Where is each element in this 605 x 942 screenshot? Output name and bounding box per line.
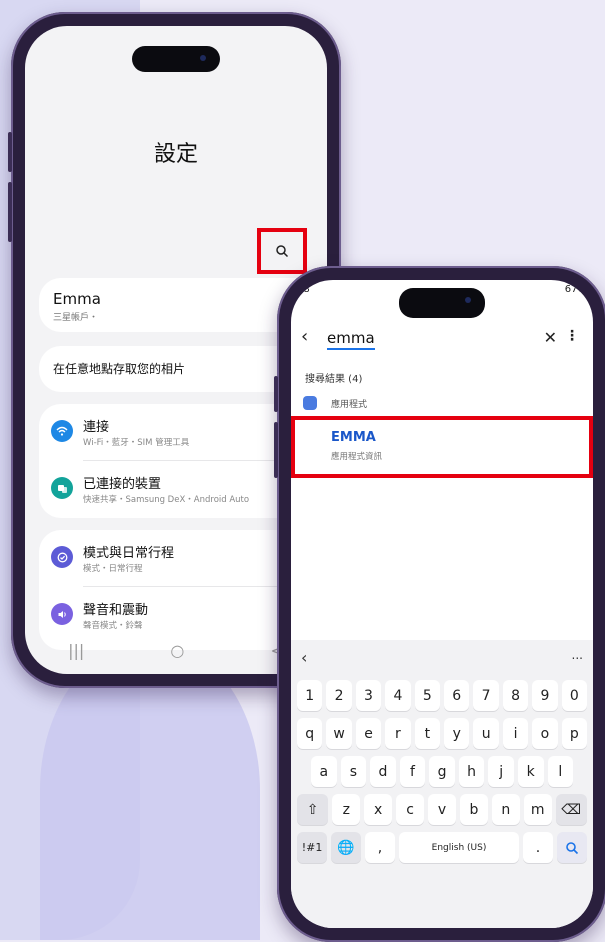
volume-button (8, 182, 12, 242)
letter-key[interactable]: i (502, 718, 529, 749)
search-icon (566, 841, 579, 854)
status-time: 28 (297, 284, 310, 295)
settings-item-label: 已連接的裝置 (83, 477, 162, 492)
period-key[interactable]: . (523, 832, 553, 863)
number-key[interactable]: 8 (502, 680, 529, 711)
volume-button (274, 422, 278, 478)
result-title: EMMA (331, 430, 376, 445)
search-bar: ‹ emma ✕ ⋮ (291, 320, 593, 356)
settings-item-label: 連接 (83, 420, 110, 435)
keyboard-more-button[interactable]: ... (572, 648, 583, 662)
results-header: 搜尋結果 (4) (305, 374, 363, 385)
settings-item-label: 聲音和震動 (83, 603, 149, 618)
letter-key[interactable]: m (523, 794, 552, 825)
key-row-3: ⇧ zxcvbnm ⌫ (297, 794, 587, 825)
keyboard-collapse-icon[interactable]: ‹ (301, 648, 307, 667)
shift-key[interactable]: ⇧ (297, 794, 329, 825)
settings-item-label: 模式與日常行程 (83, 546, 175, 561)
letter-key[interactable]: v (428, 794, 456, 825)
result-sub: 應用程式資訊 (331, 452, 383, 462)
letter-key[interactable]: l (547, 756, 574, 787)
number-row: 1234567890 (297, 680, 588, 711)
page-title: 設定 (153, 142, 198, 167)
letter-key[interactable]: r (385, 718, 411, 749)
letter-key[interactable]: w (326, 718, 352, 749)
number-key[interactable]: 4 (385, 680, 411, 711)
key-row-1: qwertyuiop (297, 718, 588, 749)
letter-key[interactable]: u (473, 718, 499, 749)
letter-key[interactable]: q (297, 718, 323, 749)
letter-key[interactable]: j (488, 756, 514, 787)
letter-key[interactable]: d (370, 756, 396, 787)
key-row-bottom: !#1 🌐 , English (US) . (297, 832, 587, 863)
letter-key[interactable]: k (517, 756, 544, 787)
volume-button (274, 376, 278, 412)
number-key[interactable]: 9 (532, 680, 558, 711)
letter-key[interactable]: x (364, 794, 393, 825)
more-options-icon[interactable]: ⋮ (565, 328, 579, 344)
number-key[interactable]: 6 (444, 680, 470, 711)
symbols-key[interactable]: !#1 (297, 832, 327, 863)
category-label: 應用程式 (331, 400, 368, 410)
dynamic-island (132, 46, 220, 72)
search-button[interactable] (257, 228, 307, 274)
letter-key[interactable]: p (561, 718, 588, 749)
letter-key[interactable]: y (444, 718, 470, 749)
status-bar: 28 67% (297, 284, 587, 295)
settings-item-sub: Wi-Fi・藍牙・SIM 管理工具 (83, 438, 190, 448)
letter-key[interactable]: f (399, 756, 426, 787)
backspace-key[interactable]: ⌫ (555, 794, 587, 825)
key-row-2: asdfghjkl (311, 756, 574, 787)
recent-apps-button[interactable]: ||| (68, 641, 84, 660)
letter-key[interactable]: h (458, 756, 485, 787)
search-result-emma[interactable]: EMMA 應用程式資訊 (291, 416, 593, 478)
letter-key[interactable]: e (355, 718, 382, 749)
letter-key[interactable]: a (311, 756, 337, 787)
devices-icon (51, 477, 73, 499)
wifi-icon (51, 420, 73, 442)
letter-key[interactable]: t (414, 718, 441, 749)
globe-key[interactable]: 🌐 (331, 832, 361, 863)
home-button[interactable]: ○ (170, 641, 184, 660)
search-screen: 28 67% ‹ emma ✕ ⋮ 搜尋結果 (4) 應用程式 EMMA 應用程… (291, 280, 593, 928)
battery-level: 67% (564, 284, 587, 295)
letter-key[interactable]: b (459, 794, 488, 825)
category-row: 應用程式 (291, 392, 593, 416)
number-key[interactable]: 7 (473, 680, 499, 711)
letter-key[interactable]: s (340, 756, 367, 787)
number-key[interactable]: 3 (355, 680, 382, 711)
comma-key[interactable]: , (365, 832, 395, 863)
back-arrow-icon[interactable]: ‹ (301, 326, 308, 347)
modes-icon (51, 546, 73, 568)
settings-item-sub: 模式・日常行程 (83, 564, 143, 574)
letter-key[interactable]: o (532, 718, 558, 749)
sound-icon (51, 603, 73, 625)
search-key[interactable] (557, 832, 587, 863)
search-icon (276, 245, 289, 258)
number-key[interactable]: 1 (297, 680, 323, 711)
volume-button (8, 132, 12, 172)
number-key[interactable]: 2 (326, 680, 352, 711)
letter-key[interactable]: z (332, 794, 361, 825)
letter-key[interactable]: n (491, 794, 520, 825)
number-key[interactable]: 0 (561, 680, 588, 711)
account-sub: 三星帳戶・ (53, 313, 99, 323)
account-name: Emma (53, 290, 101, 308)
phone-search: 28 67% ‹ emma ✕ ⋮ 搜尋結果 (4) 應用程式 EMMA 應用程… (274, 266, 605, 942)
keyboard: ‹ ... 1234567890 qwertyuiop asdfghjkl ⇧ … (291, 640, 593, 928)
space-key[interactable]: English (US) (399, 832, 519, 863)
letter-key[interactable]: c (396, 794, 425, 825)
photos-banner-text: 在任意地點存取您的相片 (53, 362, 186, 376)
apps-category-icon (303, 396, 317, 410)
settings-item-sub: 快速共享・Samsung DeX・Android Auto (83, 495, 250, 505)
letter-key[interactable]: g (429, 756, 455, 787)
search-input[interactable]: emma (327, 329, 375, 350)
number-key[interactable]: 5 (414, 680, 441, 711)
clear-search-icon[interactable]: ✕ (544, 328, 557, 347)
